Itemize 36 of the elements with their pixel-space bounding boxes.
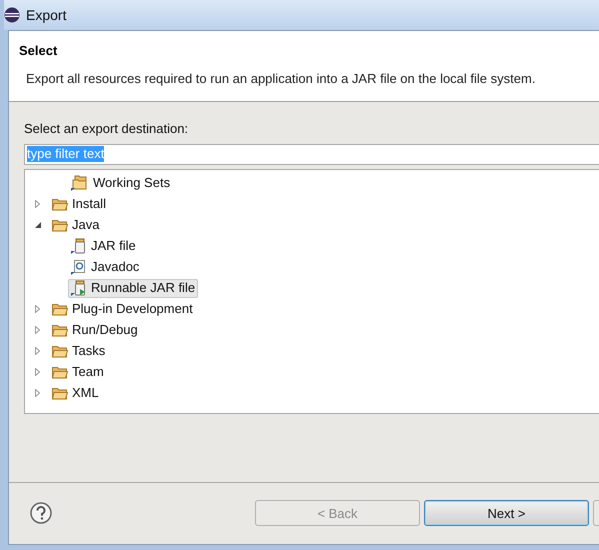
collapsed-arrow-icon[interactable]	[35, 347, 40, 355]
folder-icon	[52, 366, 68, 378]
tree-item[interactable]: Tasks	[49, 342, 108, 360]
tree-item[interactable]: Run/Debug	[49, 320, 141, 340]
folder-icon	[52, 386, 68, 400]
tree-item[interactable]: Working Sets	[68, 174, 174, 192]
document-icon	[71, 259, 87, 275]
next-button[interactable]: Next >	[424, 500, 589, 526]
collapsed-arrow-icon[interactable]	[35, 368, 40, 376]
help-icon[interactable]	[30, 502, 52, 524]
folder-icon	[52, 218, 68, 232]
tree-item[interactable]: XML	[49, 384, 102, 402]
tree-item[interactable]: Install	[49, 194, 109, 214]
expanded-arrow-icon[interactable]	[35, 222, 41, 228]
collapsed-arrow-icon[interactable]	[35, 305, 40, 313]
tree-item[interactable]: Plug-in Development	[49, 300, 196, 318]
tree-item[interactable]: Java	[49, 216, 102, 234]
tree-item[interactable]: Runnable JAR file	[68, 278, 198, 298]
collapsed-arrow-icon[interactable]	[35, 389, 40, 397]
page-title: Select	[19, 42, 58, 60]
jar-icon	[71, 238, 87, 254]
runnable-jar-icon	[71, 280, 87, 296]
folders-icon	[71, 175, 89, 191]
destination-label: Select an export destination:	[24, 120, 190, 138]
folder-icon	[52, 344, 68, 358]
window-title: Export	[26, 6, 66, 25]
tree-item[interactable]: JAR file	[68, 236, 139, 256]
folder-icon	[52, 324, 68, 336]
collapsed-arrow-icon[interactable]	[35, 200, 40, 208]
folder-icon	[52, 302, 68, 316]
folder-icon	[52, 198, 68, 210]
collapsed-arrow-icon[interactable]	[35, 326, 40, 334]
tree-item[interactable]: Javadoc	[68, 258, 142, 276]
page-description: Export all resources required to run an application into a JAR file on the local file system.	[26, 70, 536, 88]
tree-item[interactable]: Team	[49, 362, 107, 382]
eclipse-icon	[4, 7, 20, 23]
